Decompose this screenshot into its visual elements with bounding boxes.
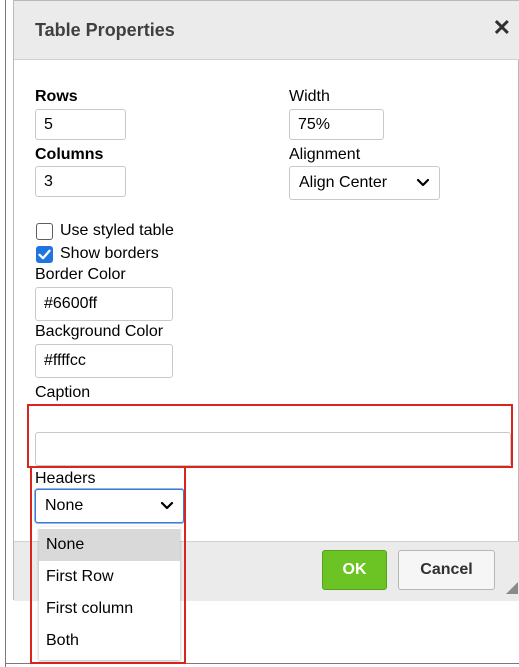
- alignment-select-value: Align Center: [299, 174, 388, 191]
- columns-label: Columns: [35, 146, 104, 163]
- background-color-label: Background Color: [35, 323, 164, 340]
- headers-option-none[interactable]: None: [39, 529, 180, 561]
- caption-label: Caption: [35, 384, 91, 401]
- checkmark-icon: [38, 249, 51, 260]
- caption-highlight-box: [27, 404, 513, 468]
- ok-button[interactable]: OK: [322, 550, 387, 590]
- use-styled-table-checkbox[interactable]: [36, 223, 53, 240]
- resize-grip-icon[interactable]: [506, 582, 518, 594]
- use-styled-table-label: Use styled table: [60, 222, 174, 239]
- cancel-button[interactable]: Cancel: [398, 550, 495, 590]
- rows-input[interactable]: [35, 109, 126, 140]
- headers-option-first-row[interactable]: First Row: [39, 561, 180, 593]
- dialog-titlebar[interactable]: Table Properties ✕: [14, 1, 519, 60]
- width-label: Width: [289, 88, 330, 105]
- headers-option-both[interactable]: Both: [39, 625, 180, 657]
- show-borders-checkbox[interactable]: [36, 246, 53, 263]
- dialog-title: Table Properties: [35, 20, 175, 40]
- headers-dropdown-list: None First Row First column Both: [39, 527, 180, 660]
- chevron-down-icon: [416, 178, 430, 187]
- columns-input[interactable]: [35, 166, 126, 197]
- border-color-input[interactable]: [35, 287, 173, 321]
- page-border: [5, 0, 6, 667]
- show-borders-label: Show borders: [60, 245, 159, 262]
- close-icon[interactable]: ✕: [493, 15, 511, 41]
- border-color-label: Border Color: [35, 266, 126, 283]
- alignment-label: Alignment: [289, 146, 361, 163]
- width-input[interactable]: [289, 109, 384, 140]
- alignment-select[interactable]: Align Center: [289, 166, 440, 200]
- headers-option-first-column[interactable]: First column: [39, 593, 180, 625]
- background-color-input[interactable]: [35, 344, 173, 378]
- rows-label: Rows: [35, 88, 78, 105]
